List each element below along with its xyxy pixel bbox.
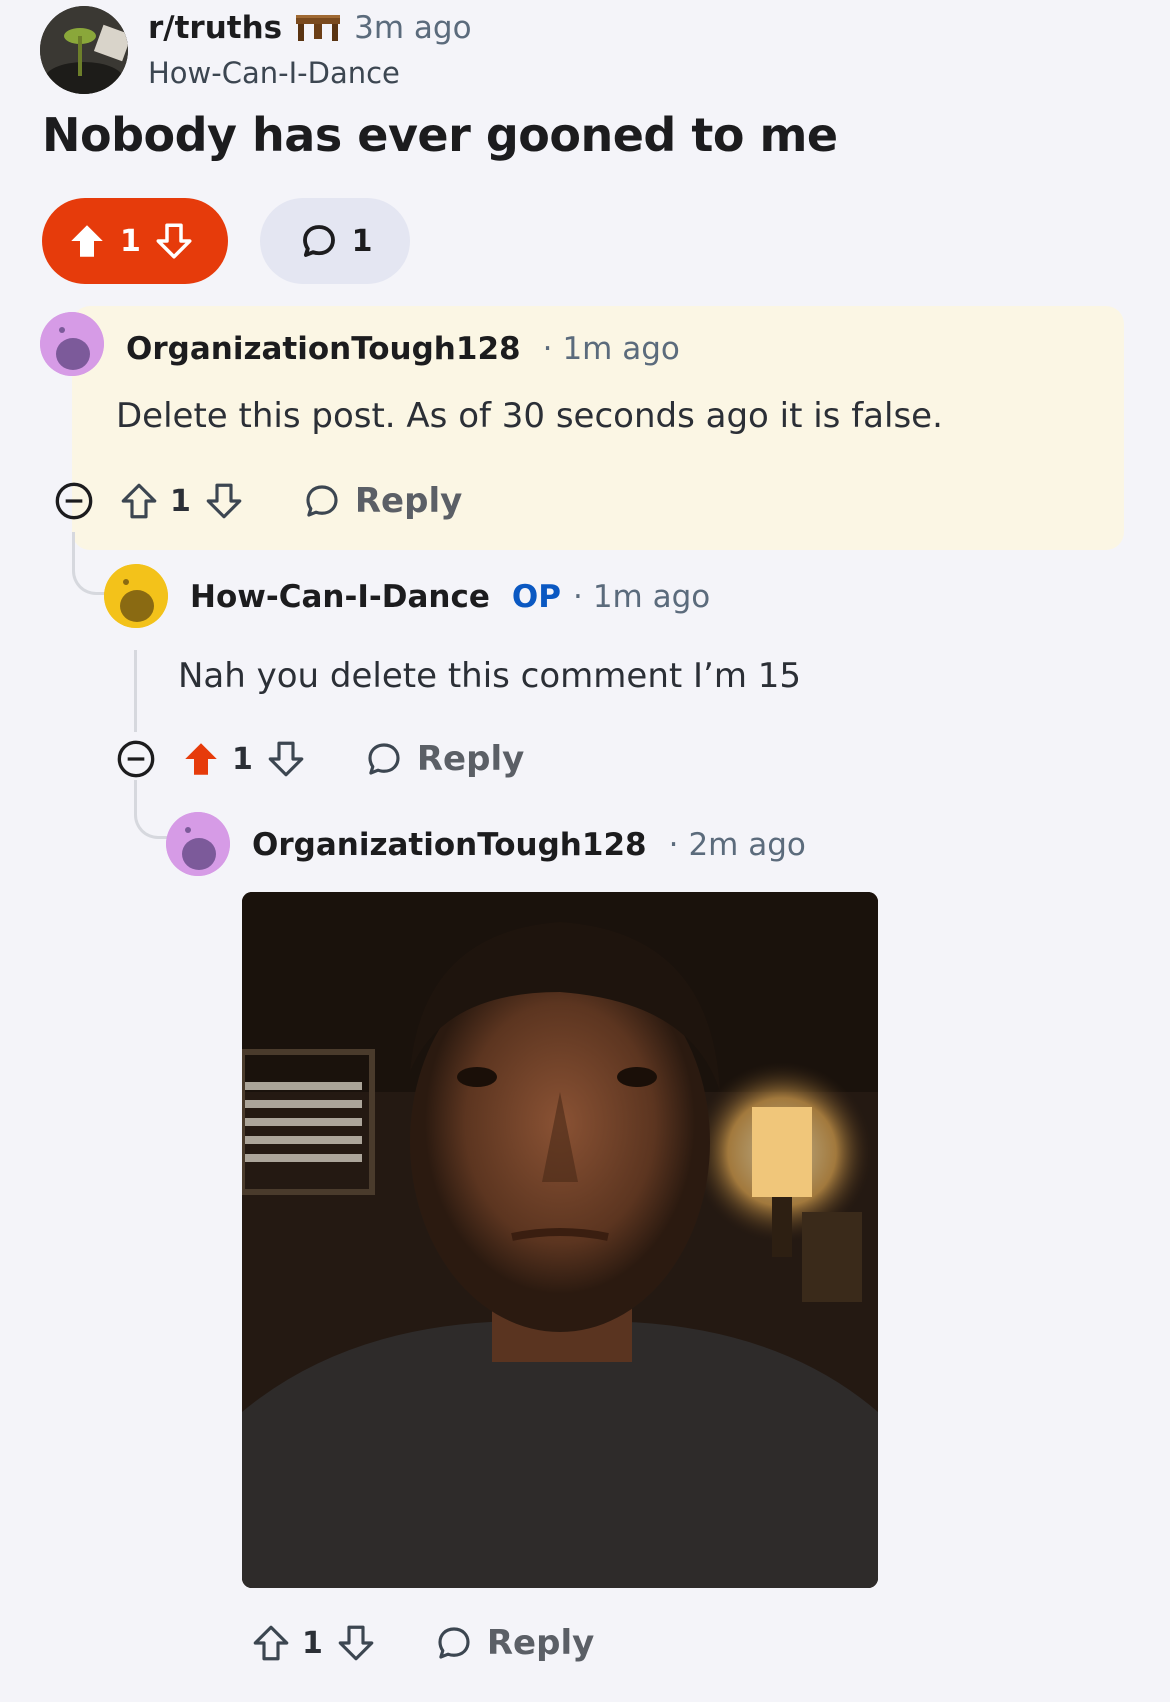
upvote-icon[interactable] — [250, 1622, 292, 1664]
op-badge: OP — [511, 579, 561, 615]
post-vote-count: 1 — [120, 223, 141, 259]
user-avatar[interactable] — [40, 312, 104, 376]
downvote-icon[interactable] — [203, 480, 245, 522]
post-author[interactable]: How-Can-I-Dance — [148, 56, 400, 90]
comment-body: Delete this post. As of 30 seconds ago i… — [116, 396, 943, 436]
post-vote-bar: 1 — [42, 198, 228, 284]
user-avatar[interactable] — [104, 564, 168, 628]
reply-icon — [301, 480, 343, 522]
comment-vote-count: 1 — [232, 741, 253, 777]
reply-label: Reply — [354, 481, 463, 521]
comment-time: 1m ago — [562, 331, 680, 367]
reply-icon — [433, 1622, 475, 1664]
comment-bubble-icon — [298, 220, 340, 262]
post-title: Nobody has ever gooned to me — [42, 108, 838, 162]
community-award-icon — [294, 13, 342, 43]
thread-line — [72, 532, 107, 595]
collapse-thread-icon[interactable] — [54, 481, 94, 521]
comment-vote-count: 1 — [302, 1625, 323, 1661]
reply-label: Reply — [416, 739, 525, 779]
comment-author[interactable]: OrganizationTough128 — [252, 827, 647, 863]
upvote-icon[interactable] — [66, 220, 108, 262]
comment-time: 2m ago — [688, 827, 806, 863]
reply-button[interactable]: Reply — [301, 480, 462, 522]
subreddit-name[interactable]: r/truths — [148, 10, 282, 46]
reply-icon — [363, 738, 405, 780]
meta-separator: · — [668, 827, 679, 863]
post-comment-count: 1 — [351, 223, 373, 259]
collapse-thread-icon[interactable] — [116, 739, 156, 779]
comment-author[interactable]: OrganizationTough128 — [126, 331, 521, 367]
downvote-icon[interactable] — [153, 220, 195, 262]
subreddit-avatar[interactable] — [40, 6, 128, 94]
thread-line — [134, 780, 169, 839]
user-avatar[interactable] — [166, 812, 230, 876]
reply-label: Reply — [486, 1623, 595, 1663]
reply-button[interactable]: Reply — [433, 1622, 594, 1664]
downvote-icon[interactable] — [335, 1622, 377, 1664]
post-time: 3m ago — [354, 10, 472, 46]
upvote-icon[interactable] — [180, 738, 222, 780]
comment-body: Nah you delete this comment I’m 15 — [178, 656, 802, 696]
reply-button[interactable]: Reply — [363, 738, 524, 780]
downvote-icon[interactable] — [265, 738, 307, 780]
comment-author[interactable]: How-Can-I-Dance — [190, 579, 490, 615]
comment-image[interactable] — [242, 892, 878, 1588]
comment-vote-count: 1 — [170, 483, 191, 519]
meta-separator: · — [542, 331, 553, 367]
thread-line — [134, 650, 137, 732]
post-comments-button[interactable]: 1 — [260, 198, 410, 284]
upvote-icon[interactable] — [118, 480, 160, 522]
comment-time: 1m ago — [592, 579, 711, 615]
meta-separator: · — [572, 579, 583, 615]
